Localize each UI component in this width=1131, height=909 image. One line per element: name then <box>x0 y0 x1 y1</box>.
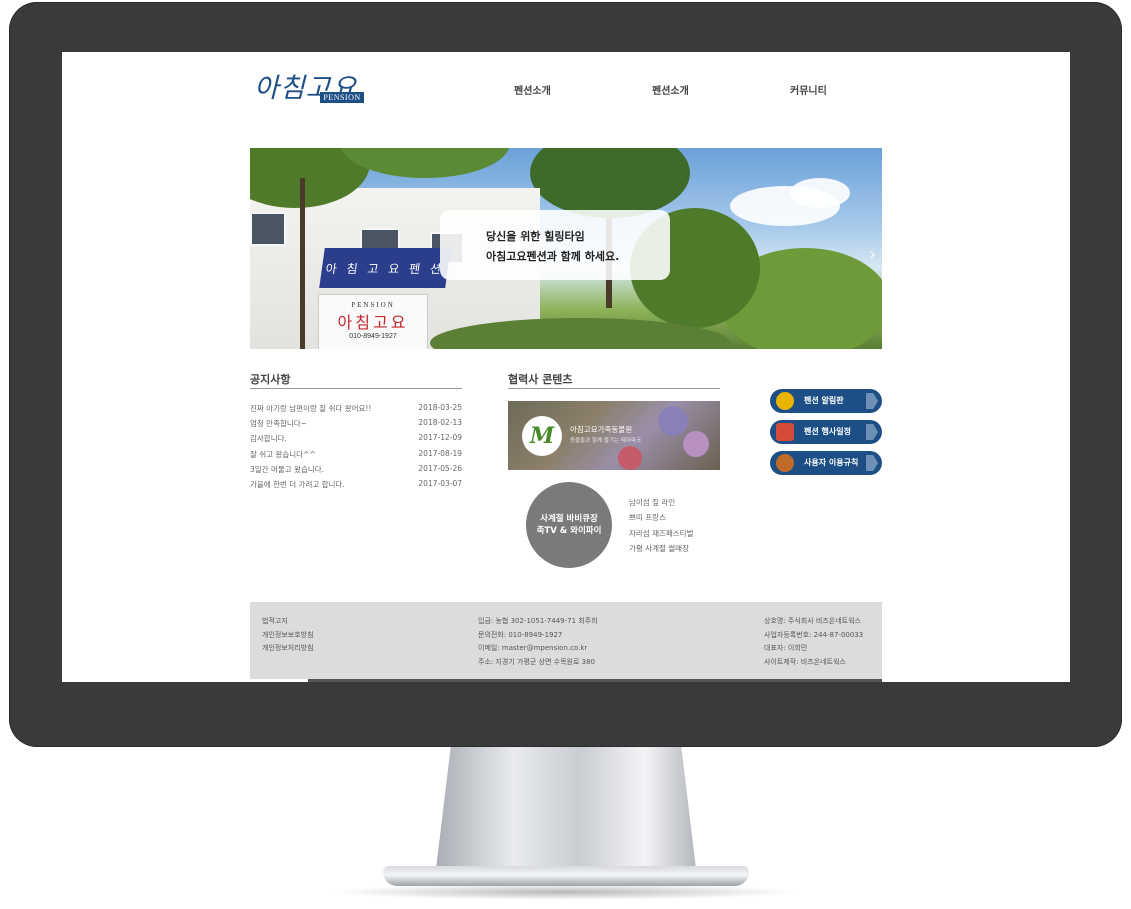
logo-badge: PENSION <box>320 92 364 103</box>
button-label: 사용자 이용규칙 <box>804 458 859 467</box>
notice-date: 2017-08-19 <box>418 449 462 458</box>
nav-item-community[interactable]: 커뮤니티 <box>790 82 827 97</box>
footer-bank: 입금: 농협 302-1051-7449-71 최주희 <box>478 617 598 625</box>
nav-item-pension-intro-2[interactable]: 펜션소개 <box>652 82 689 97</box>
partner-link[interactable]: 쁘띠 프랑스 <box>629 512 666 523</box>
notice-row[interactable]: 진짜 아기랑 남편이랑 잘 쉬다 왔어요!! 2018-03-25 <box>250 403 462 417</box>
hero-cloud <box>790 178 850 208</box>
notice-row[interactable]: 3일간 머물고 왔습니다. 2017-05-26 <box>250 464 462 478</box>
notice-row[interactable]: 감사합니다. 2017-12-09 <box>250 433 462 447</box>
notice-title: 엄청 만족합니다~ <box>250 419 307 428</box>
calendar-icon <box>776 423 794 441</box>
arrow-right-icon <box>866 393 878 409</box>
site-footer: 법적고지 개인정보보호방침 개인정보처리방침 입금: 농협 302-1051-7… <box>250 602 882 682</box>
footer-phone: 문의전화: 010-8949-1927 <box>478 631 563 639</box>
footer-company: 상호명: 주식회사 비즈온네트웍스 <box>764 617 861 625</box>
footer-ceo: 대표자: 이희민 <box>764 644 808 652</box>
notice-date: 2018-02-13 <box>418 418 462 427</box>
arrow-right-icon <box>866 424 878 440</box>
divider <box>508 388 720 389</box>
monitor-screen: 아침고요 PENSION 펜션소개 펜션소개 커뮤니티 아 침 고 요 펜 션 … <box>62 52 1070 682</box>
hero-house-window <box>250 212 286 246</box>
footer-address: 주소: 지경기 가평군 상면 수목원로 380 <box>478 658 596 666</box>
footer-email: 이메일: master@mpension.co.kr <box>478 644 588 652</box>
flower-decoration <box>683 431 709 457</box>
chevron-right-icon[interactable]: › <box>869 244 876 265</box>
hero-caption-line2: 아침고요펜션과 함께 하세요. <box>486 250 620 263</box>
footer-maker: 사이트제작: 비즈온네트웍스 <box>764 658 846 666</box>
partner-banner-name: 아침고요가족동물원 <box>570 425 633 434</box>
event-schedule-button[interactable]: 펜션 행사일정 <box>770 420 882 444</box>
divider <box>250 388 462 389</box>
hero-tree <box>530 148 690 218</box>
footer-link-legal[interactable]: 법적고지 <box>262 616 288 626</box>
website: 아침고요 PENSION 펜션소개 펜션소개 커뮤니티 아 침 고 요 펜 션 … <box>250 52 882 682</box>
zoo-logo-icon: M <box>522 416 562 456</box>
button-label: 펜션 알림판 <box>804 396 844 405</box>
monitor-stand <box>435 747 697 877</box>
hero-sign-main: 아침고요 <box>337 313 409 332</box>
partner-banner-sub: 동물들과 함께 즐기는 테마파크 <box>570 438 642 444</box>
partner-link[interactable]: 남이섬 짚 라인 <box>629 497 675 508</box>
partner-link[interactable]: 가평 사계절 썰매장 <box>629 543 689 554</box>
footer-strip <box>250 679 308 682</box>
footer-link-privacy-protection[interactable]: 개인정보보호방침 <box>262 630 314 640</box>
hero-awning: 아 침 고 요 펜 션 <box>319 248 451 288</box>
site-logo[interactable]: 아침고요 PENSION <box>254 66 364 104</box>
notice-title: 진짜 아기랑 남편이랑 잘 쉬다 왔어요!! <box>250 404 372 413</box>
notice-row[interactable]: 가을에 한번 더 가려고 합니다. 2017-03-07 <box>250 479 462 493</box>
footer-biz-no: 사업자등록번호: 244-87-00033 <box>764 631 864 639</box>
notice-row[interactable]: 엄청 만족합니다~ 2018-02-13 <box>250 418 462 432</box>
notice-date: 2017-12-09 <box>418 433 462 442</box>
hero-banner: 아 침 고 요 펜 션 PENSION 아침고요 010-8949-1927 당… <box>250 148 882 349</box>
monitor-stand-base <box>383 866 749 886</box>
hero-sign: PENSION 아침고요 010-8949-1927 <box>318 294 428 349</box>
flower-decoration <box>658 406 688 436</box>
hero-sign-phone: 010-8949-1927 <box>349 333 397 340</box>
button-label: 펜션 행사일정 <box>804 427 851 436</box>
notice-title: 감사합니다. <box>250 434 287 443</box>
nav-item-pension-intro[interactable]: 펜션소개 <box>514 82 551 97</box>
notice-title: 잘 쉬고 왔습니다^^ <box>250 450 316 459</box>
notice-date: 2018-03-25 <box>418 403 462 412</box>
bell-icon <box>776 392 794 410</box>
notice-title: 3일간 머물고 왔습니다. <box>250 465 325 474</box>
notice-board-button[interactable]: 펜션 알림판 <box>770 389 882 413</box>
usage-rules-button[interactable]: 사용자 이용규칙 <box>770 451 882 475</box>
hero-tree-trunk <box>300 178 305 349</box>
notice-date: 2017-03-07 <box>418 479 462 488</box>
hero-sign-top: PENSION <box>351 301 395 309</box>
hero-caption: 당신을 위한 힐링타임 아침고요펜션과 함께 하세요. <box>440 210 670 280</box>
flower-decoration <box>618 446 642 470</box>
bbq-badge: 사계절 바비큐장 족TV & 와이파이 <box>526 482 612 568</box>
hero-caption-line1: 당신을 위한 힐링타임 <box>486 230 585 243</box>
notice-title: 가을에 한번 더 가려고 합니다. <box>250 480 345 489</box>
arrow-right-icon <box>866 455 878 471</box>
partner-link[interactable]: 자라섬 재즈페스티벌 <box>629 528 693 539</box>
bbq-line2: 족TV & 와이파이 <box>536 526 602 536</box>
bbq-icon <box>776 454 794 472</box>
partner-banner-zoo[interactable]: M 아침고요가족동물원 동물들과 함께 즐기는 테마파크 <box>508 401 720 470</box>
monitor-stand-shadow <box>330 884 800 900</box>
footer-link-privacy-processing[interactable]: 개인정보처리방침 <box>262 643 314 653</box>
notice-row[interactable]: 잘 쉬고 왔습니다^^ 2017-08-19 <box>250 449 462 463</box>
bbq-line1: 사계절 바비큐장 <box>540 514 598 524</box>
footer-strip <box>308 679 882 682</box>
notice-date: 2017-05-26 <box>418 464 462 473</box>
